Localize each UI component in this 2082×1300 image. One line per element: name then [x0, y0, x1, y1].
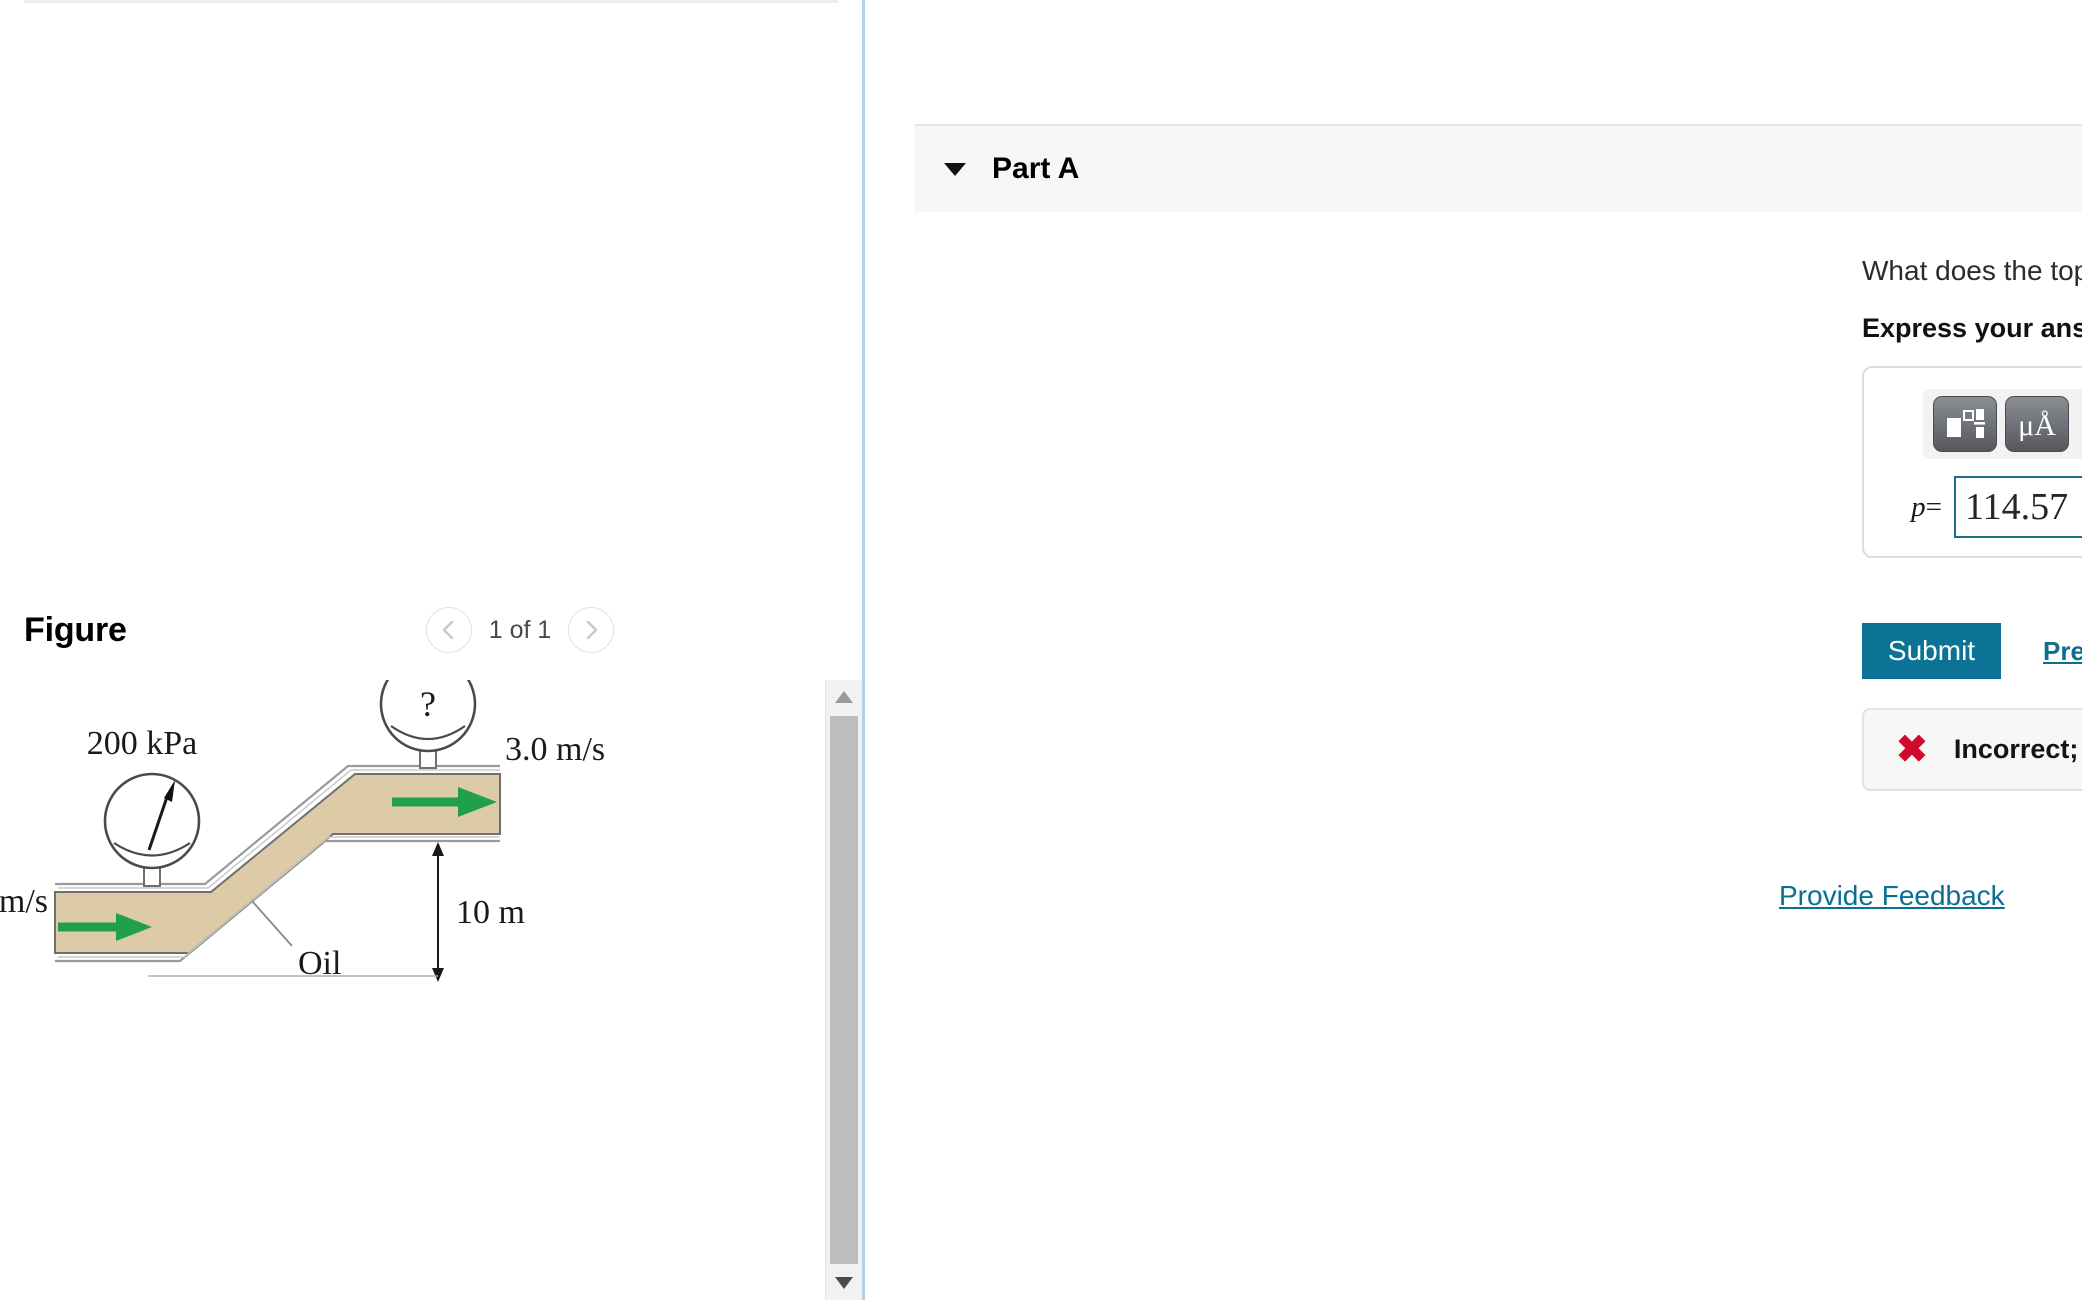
pipe-flow-diagram: 200 kPa ? 2.0 m/s [0, 680, 605, 982]
question-prefix: What does the top pressure gauge read? ( [1862, 255, 2082, 286]
oil-leader-line [251, 900, 293, 947]
figure-body: 200 kPa ? 2.0 m/s [0, 680, 862, 1300]
figure-header-divider [24, 0, 838, 3]
figure-page-indicator: 1 of 1 [488, 615, 552, 644]
math-template-button[interactable] [1933, 396, 1997, 452]
chevron-right-icon [586, 620, 598, 640]
answer-toolbar: μÅ [1923, 389, 2082, 459]
micro-angstrom-units-icon: μÅ [2018, 409, 2056, 441]
figure-scroll-up-button[interactable] [826, 680, 862, 714]
feedback-message: Incorrect; Try Again; One attempt remain… [1953, 734, 2082, 764]
figure-title: Figure [24, 610, 127, 649]
previous-answers-link[interactable]: Previous Answers [2043, 636, 2082, 667]
inlet-pressure-label: 200 kPa [87, 725, 198, 762]
unknown-gauge-label: ? [420, 684, 436, 724]
figure-pager: 1 of 1 [426, 607, 838, 653]
part-a-header[interactable]: Part A [914, 124, 2082, 212]
undo-button[interactable] [2077, 396, 2082, 452]
part-title: Part A [992, 152, 1080, 185]
answer-instruction: Express your answer to two significant f… [1862, 313, 2082, 343]
svg-text:μÅ: μÅ [2018, 409, 2056, 441]
feedback-banner: ✖ Incorrect; Try Again; One attempt rema… [1862, 708, 2082, 791]
outlet-velocity-label: 3.0 m/s [505, 731, 605, 768]
figure-prev-button[interactable] [426, 607, 472, 653]
answer-value-text: 114.57 [1965, 486, 2069, 528]
figure-image: 200 kPa ? 2.0 m/s [0, 680, 826, 1300]
figure-scroll-down-button[interactable] [826, 1266, 862, 1300]
page-root: Figure 1 of 1 200 kPa ? m/s 3.0 m/s 10 m… [0, 0, 2082, 1300]
chevron-left-icon [442, 620, 454, 640]
figure-scroll-thumb[interactable] [830, 716, 858, 1264]
answer-row: p= 114.57 kPa [1882, 476, 2082, 538]
figure-panel-header: Figure 1 of 1 [0, 0, 862, 680]
answer-value-input[interactable]: 114.57 [1954, 476, 2082, 538]
equals-symbol: = [1925, 490, 1942, 523]
problem-panel: Part A What does the top pressure gauge … [865, 0, 2082, 1300]
part-collapse-toggle-icon[interactable] [944, 162, 966, 176]
triangle-down-icon [835, 1277, 853, 1289]
figure-scrollbar[interactable] [825, 680, 862, 1300]
figure-next-button[interactable] [568, 607, 614, 653]
outlet-pressure-gauge: ? [379, 680, 477, 769]
submit-button[interactable]: Submit [1862, 623, 2001, 679]
answer-variable-label: p= [1882, 491, 1954, 524]
incorrect-x-icon: ✖ [1896, 728, 1928, 771]
height-label: 10 m [456, 894, 525, 931]
variable-symbol: p [1911, 490, 1926, 523]
inlet-pressure-gauge [103, 772, 201, 887]
question-text: What does the top pressure gauge read? (… [1862, 255, 2082, 287]
inlet-velocity-label: 2.0 m/s [0, 883, 48, 920]
figure-panel: Figure 1 of 1 200 kPa ? m/s 3.0 m/s 10 m… [0, 0, 865, 1300]
math-template-icon [1947, 409, 1985, 438]
fluid-label: Oil [298, 945, 341, 982]
submit-row: Submit Previous Answers Request Answer [1862, 623, 2082, 679]
provide-feedback-link[interactable]: Provide Feedback [1779, 880, 2005, 912]
figure-title-row: Figure 1 of 1 [0, 580, 862, 680]
answer-entry-box: μÅ p= 114.57 [1862, 366, 2082, 558]
triangle-up-icon [835, 691, 853, 703]
units-button[interactable]: μÅ [2005, 396, 2069, 452]
